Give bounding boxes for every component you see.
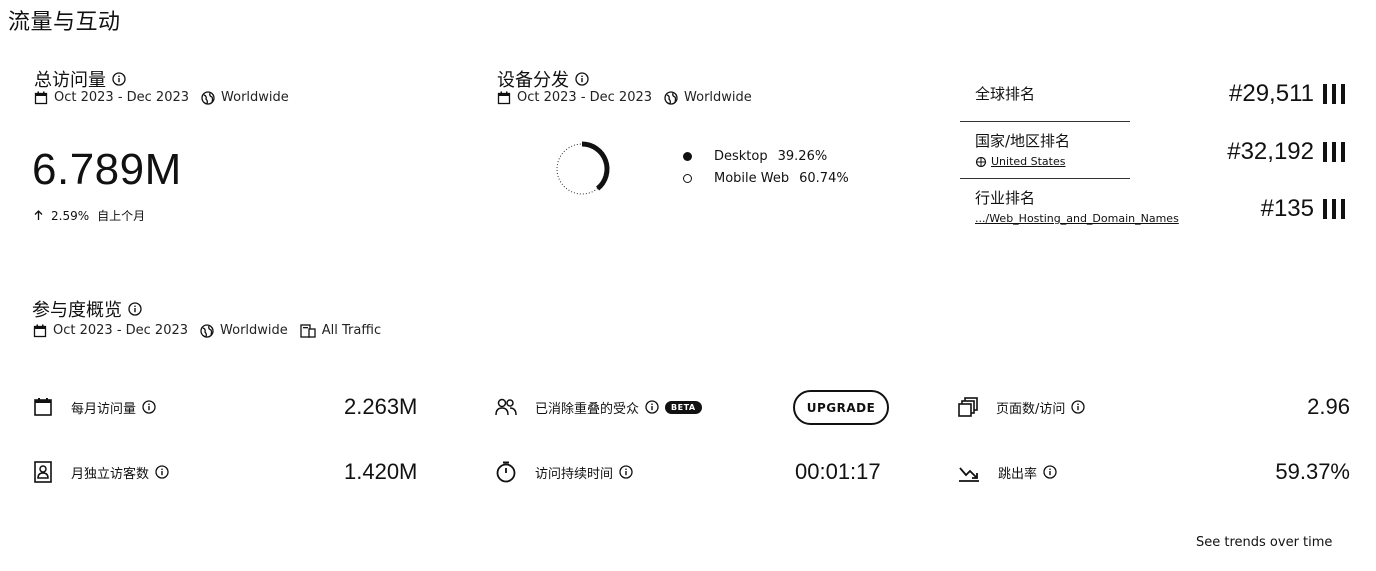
engagement-title-row: 参与度概览 [32, 296, 142, 322]
total-visits-value: 6.789M [32, 145, 182, 194]
date-range: Oct 2023 - Dec 2023 [517, 90, 653, 105]
visitor-icon [33, 461, 53, 483]
rank-bars-icon [1322, 84, 1346, 104]
region: Worldwide [221, 90, 289, 105]
page-title: 流量与互动 [8, 10, 121, 35]
pages-icon [958, 397, 978, 417]
metric-dedup-audience: 已消除重叠的受众 BETA [495, 392, 702, 422]
metric-pages-per-visit: 页面数/访问 [958, 392, 1086, 422]
legend-name: Mobile Web [714, 170, 790, 186]
flag-icon [975, 156, 987, 167]
total-visits-title-row: 总访问量 [34, 66, 126, 92]
engagement-meta: Oct 2023 - Dec 2023 Worldwide All Traffi… [33, 323, 393, 338]
devices-icon [300, 323, 316, 338]
calendar-icon [497, 91, 511, 105]
change-value: 2.59% [51, 208, 90, 223]
device-meta: Oct 2023 - Dec 2023 Worldwide [497, 90, 764, 105]
date-range: Oct 2023 - Dec 2023 [54, 90, 190, 105]
arrow-up-icon [34, 210, 43, 221]
globe-icon [664, 90, 678, 105]
globe-icon [201, 90, 215, 105]
people-icon [495, 398, 517, 416]
calendar-icon [33, 324, 47, 338]
industry-rank-label-group: 行业排名 .../Web_Hosting_and_Domain_Names [975, 187, 1179, 225]
info-icon[interactable] [575, 72, 589, 86]
metric-label: 每月访问量 [71, 401, 137, 417]
trend-icon [958, 462, 980, 482]
info-icon[interactable] [645, 400, 659, 414]
upgrade-button[interactable]: UPGRADE [793, 390, 889, 425]
legend-value: 60.74% [799, 170, 849, 186]
device-distribution-title: 设备分发 [497, 70, 569, 91]
info-icon[interactable] [155, 465, 169, 479]
metric-value-bounce-rate: 59.37% [1275, 459, 1350, 484]
info-icon[interactable] [142, 400, 156, 414]
metric-value-pages-per-visit: 2.96 [1307, 394, 1350, 419]
calendar-icon [34, 91, 48, 105]
legend-value: 39.26% [777, 148, 828, 164]
industry-rank-value: #135 [1260, 195, 1314, 222]
country-rank-value: #32,192 [1227, 138, 1314, 165]
rank-bars-icon [1322, 199, 1346, 219]
country-link[interactable]: United States [991, 155, 1066, 168]
metric-label: 已消除重叠的受众 [535, 401, 640, 417]
stopwatch-icon [495, 461, 517, 483]
info-icon[interactable] [112, 72, 126, 86]
industry-rank-label: 行业排名 [975, 189, 1036, 207]
metric-visit-duration: 访问持续时间 [495, 457, 633, 487]
metric-value-visit-duration: 00:01:17 [795, 459, 881, 484]
country-rank-sub: United States [975, 155, 1070, 168]
rank-bars-icon [1322, 142, 1346, 162]
region: Worldwide [684, 90, 752, 105]
info-icon[interactable] [1043, 465, 1057, 479]
donut-slice-mobile-web [556, 143, 598, 195]
metric-value-unique-visitors: 1.420M [344, 459, 418, 484]
metric-label: 跳出率 [998, 466, 1038, 482]
global-rank-row: 全球排名 #29,511 [960, 78, 1350, 108]
calendar-icon [33, 397, 53, 417]
metric-value-monthly-visits: 2.263M [344, 394, 418, 419]
total-visits-change: 2.59% 自上个月 [34, 207, 145, 224]
date-range: Oct 2023 - Dec 2023 [53, 323, 189, 338]
global-rank-label: 全球排名 [975, 85, 1036, 103]
legend-item-mobile-web: Mobile Web 60.74% [683, 167, 849, 189]
legend-dot-mobile-web [683, 173, 692, 183]
divider [960, 121, 1130, 122]
region: Worldwide [220, 323, 288, 338]
traffic-type: All Traffic [321, 323, 382, 338]
donut-slice-desktop [581, 141, 610, 191]
metric-monthly-visits: 每月访问量 [33, 392, 156, 422]
device-donut-chart [550, 138, 614, 200]
info-icon[interactable] [619, 465, 633, 479]
info-icon[interactable] [1071, 400, 1086, 414]
beta-badge: BETA [665, 400, 702, 414]
global-rank-value: #29,511 [1229, 80, 1314, 107]
device-title-row: 设备分发 [497, 66, 589, 92]
legend-item-desktop: Desktop 39.26% [683, 145, 849, 167]
country-rank-row: 国家/地区排名 United States #32,192 [960, 130, 1350, 170]
total-visits-title: 总访问量 [34, 70, 106, 91]
see-trends-link[interactable]: See trends over time [1196, 535, 1332, 550]
legend-dot-desktop [683, 151, 692, 161]
total-visits-meta: Oct 2023 - Dec 2023 Worldwide [34, 90, 301, 105]
metric-label: 月独立访客数 [71, 466, 150, 482]
change-label: 自上个月 [97, 209, 146, 223]
industry-rank-sub: .../Web_Hosting_and_Domain_Names [975, 212, 1179, 225]
country-rank-label-group: 国家/地区排名 United States [975, 130, 1070, 168]
country-rank-label: 国家/地区排名 [975, 132, 1071, 150]
device-legend: Desktop 39.26% Mobile Web 60.74% [683, 145, 849, 189]
info-icon[interactable] [128, 302, 142, 316]
industry-rank-row: 行业排名 .../Web_Hosting_and_Domain_Names #1… [960, 187, 1350, 227]
engagement-title: 参与度概览 [32, 300, 122, 321]
globe-icon [200, 323, 214, 338]
metric-label: 页面数/访问 [996, 401, 1066, 417]
donut-svg [556, 141, 610, 195]
divider [960, 178, 1130, 179]
metric-label: 访问持续时间 [535, 466, 614, 482]
metric-unique-visitors: 月独立访客数 [33, 457, 169, 487]
legend-name: Desktop [714, 148, 768, 164]
industry-link[interactable]: .../Web_Hosting_and_Domain_Names [975, 212, 1179, 225]
metric-bounce-rate: 跳出率 [958, 457, 1057, 487]
